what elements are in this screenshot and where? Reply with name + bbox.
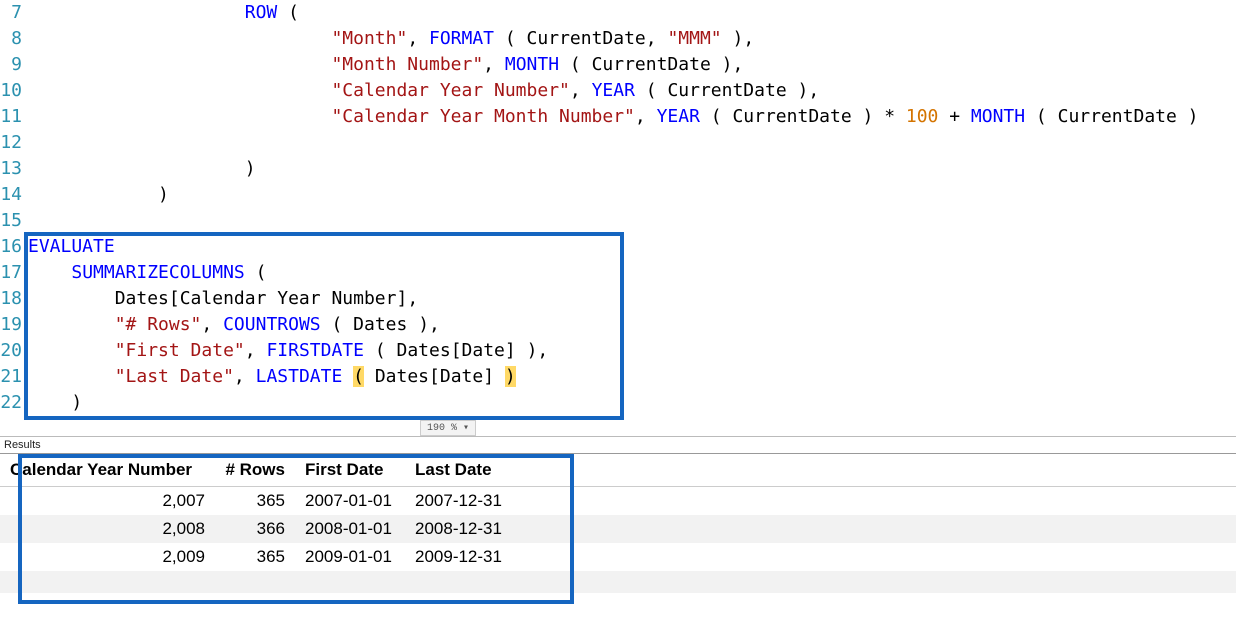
cell-last-date: 2007-12-31	[405, 487, 515, 516]
code-line[interactable]: 16 EVALUATE	[0, 234, 1236, 260]
code-line[interactable]: 21 "Last Date", LASTDATE ( Dates[Date] )	[0, 364, 1236, 390]
line-number: 20	[0, 338, 28, 364]
line-number: 9	[0, 52, 28, 78]
column-header[interactable]: Last Date	[405, 454, 515, 487]
column-header-empty	[515, 454, 1236, 487]
code-line[interactable]: 10 "Calendar Year Number", YEAR ( Curren…	[0, 78, 1236, 104]
cell-last-date: 2008-12-31	[405, 515, 515, 543]
column-header[interactable]: # Rows	[215, 454, 295, 487]
line-number: 12	[0, 130, 28, 156]
matched-paren-close: )	[505, 366, 516, 387]
code-line[interactable]: 18 Dates[Calendar Year Number],	[0, 286, 1236, 312]
line-number: 21	[0, 364, 28, 390]
cell-count: 365	[215, 543, 295, 571]
cell-first-date: 2008-01-01	[295, 515, 405, 543]
table-row-empty	[0, 571, 1236, 593]
column-header[interactable]: Calendar Year Number	[0, 454, 215, 487]
code-line[interactable]: 12	[0, 130, 1236, 156]
code-line[interactable]: 20 "First Date", FIRSTDATE ( Dates[Date]…	[0, 338, 1236, 364]
code-line[interactable]: 22 )	[0, 390, 1236, 416]
line-number: 16	[0, 234, 28, 260]
code-line[interactable]: 19 "# Rows", COUNTROWS ( Dates ),	[0, 312, 1236, 338]
line-number: 14	[0, 182, 28, 208]
table-row[interactable]: 2,009 365 2009-01-01 2009-12-31	[0, 543, 1236, 571]
cell-last-date: 2009-12-31	[405, 543, 515, 571]
table-header-row: Calendar Year Number # Rows First Date L…	[0, 454, 1236, 487]
line-number: 17	[0, 260, 28, 286]
line-number: 11	[0, 104, 28, 130]
cell-first-date: 2007-01-01	[295, 487, 405, 516]
results-panel: Calendar Year Number # Rows First Date L…	[0, 453, 1236, 593]
code-line[interactable]: 7 ROW (	[0, 0, 1236, 26]
cell-first-date: 2009-01-01	[295, 543, 405, 571]
code-editor[interactable]: 7 ROW ( 8 "Month", FORMAT ( CurrentDate,…	[0, 0, 1236, 436]
line-number: 13	[0, 156, 28, 182]
code-line[interactable]: 15	[0, 208, 1236, 234]
line-number: 19	[0, 312, 28, 338]
zoom-level[interactable]: 190 % ▾	[420, 420, 476, 436]
cell-year: 2,009	[0, 543, 215, 571]
code-line[interactable]: 9 "Month Number", MONTH ( CurrentDate ),	[0, 52, 1236, 78]
line-number: 7	[0, 0, 28, 26]
line-number: 10	[0, 78, 28, 104]
column-header[interactable]: First Date	[295, 454, 405, 487]
cell-count: 365	[215, 487, 295, 516]
matched-paren-open: (	[353, 366, 364, 387]
code-line[interactable]: 11 "Calendar Year Month Number", YEAR ( …	[0, 104, 1236, 130]
cell-year: 2,008	[0, 515, 215, 543]
code-line[interactable]: 17 SUMMARIZECOLUMNS (	[0, 260, 1236, 286]
cell-count: 366	[215, 515, 295, 543]
line-number: 8	[0, 26, 28, 52]
table-row[interactable]: 2,007 365 2007-01-01 2007-12-31	[0, 487, 1236, 516]
line-number: 22	[0, 390, 28, 416]
table-row[interactable]: 2,008 366 2008-01-01 2008-12-31	[0, 515, 1236, 543]
line-number: 18	[0, 286, 28, 312]
code-line[interactable]: 14 )	[0, 182, 1236, 208]
results-table: Calendar Year Number # Rows First Date L…	[0, 454, 1236, 593]
cell-year: 2,007	[0, 487, 215, 516]
line-number: 15	[0, 208, 28, 234]
code-line[interactable]: 8 "Month", FORMAT ( CurrentDate, "MMM" )…	[0, 26, 1236, 52]
code-line[interactable]: 13 )	[0, 156, 1236, 182]
results-panel-label: Results	[0, 436, 1236, 451]
